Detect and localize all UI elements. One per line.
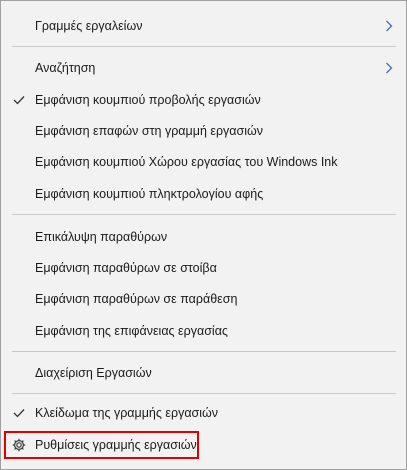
menu-item-show-windows-ink[interactable]: Εμφάνιση κουμπιού Χώρου εργασίας του Win… (1, 146, 406, 178)
menu-item-show-task-view-button[interactable]: Εμφάνιση κουμπιού προβολής εργασιών (1, 84, 406, 116)
menu-item-cascade-windows[interactable]: Επικάλυψη παραθύρων (1, 221, 406, 253)
gear-icon (10, 429, 28, 461)
menu-item-side-by-side-windows[interactable]: Εμφάνιση παραθύρων σε παράθεση (1, 283, 406, 315)
menu-item-label: Ρυθμίσεις γραμμής εργασιών (35, 438, 197, 452)
checkmark-icon (11, 397, 27, 429)
menu-item-label: Αναζήτηση (35, 61, 96, 75)
menu-item-search[interactable]: Αναζήτηση (1, 52, 406, 84)
chevron-right-icon (382, 52, 396, 84)
menu-item-label: Κλείδωμα της γραμμής εργασιών (35, 406, 219, 420)
menu-item-show-touch-keyboard[interactable]: Εμφάνιση κουμπιού πληκτρολογίου αφής (1, 178, 406, 210)
menu-item-label: Επικάλυψη παραθύρων (35, 230, 168, 244)
menu-item-label: Εμφάνιση κουμπιού Χώρου εργασίας του Win… (35, 155, 338, 169)
menu-separator (12, 46, 396, 47)
chevron-right-icon (382, 10, 396, 42)
menu-item-lock-taskbar[interactable]: Κλείδωμα της γραμμής εργασιών (1, 397, 406, 429)
menu-item-label: Εμφάνιση επαφών στη γραμμή εργασιών (35, 124, 264, 138)
menu-item-taskbar-settings[interactable]: Ρυθμίσεις γραμμής εργασιών (1, 429, 406, 461)
menu-item-label: Εμφάνιση κουμπιού προβολής εργασιών (35, 93, 261, 107)
menu-separator (12, 351, 396, 352)
menu-separator (12, 393, 396, 394)
menu-item-label: Εμφάνιση κουμπιού πληκτρολογίου αφής (35, 187, 264, 201)
menu-separator (12, 214, 396, 215)
taskbar-context-menu: Γραμμές εργαλείων Αναζήτηση Εμφάνιση κου… (0, 0, 407, 470)
menu-item-label: Εμφάνιση παραθύρων σε παράθεση (35, 292, 238, 306)
menu-item-label: Γραμμές εργαλείων (35, 19, 143, 33)
menu-item-show-desktop[interactable]: Εμφάνιση της επιφάνειας εργασίας (1, 315, 406, 347)
menu-item-label: Διαχείριση Εργασιών (35, 366, 152, 380)
menu-item-task-manager[interactable]: Διαχείριση Εργασιών (1, 357, 406, 389)
menu-item-toolbars[interactable]: Γραμμές εργαλείων (1, 10, 406, 42)
menu-item-label: Εμφάνιση της επιφάνειας εργασίας (35, 324, 228, 338)
menu-item-label: Εμφάνιση παραθύρων σε στοίβα (35, 261, 217, 275)
checkmark-icon (11, 84, 27, 116)
menu-item-show-people[interactable]: Εμφάνιση επαφών στη γραμμή εργασιών (1, 115, 406, 147)
menu-item-stacked-windows[interactable]: Εμφάνιση παραθύρων σε στοίβα (1, 252, 406, 284)
